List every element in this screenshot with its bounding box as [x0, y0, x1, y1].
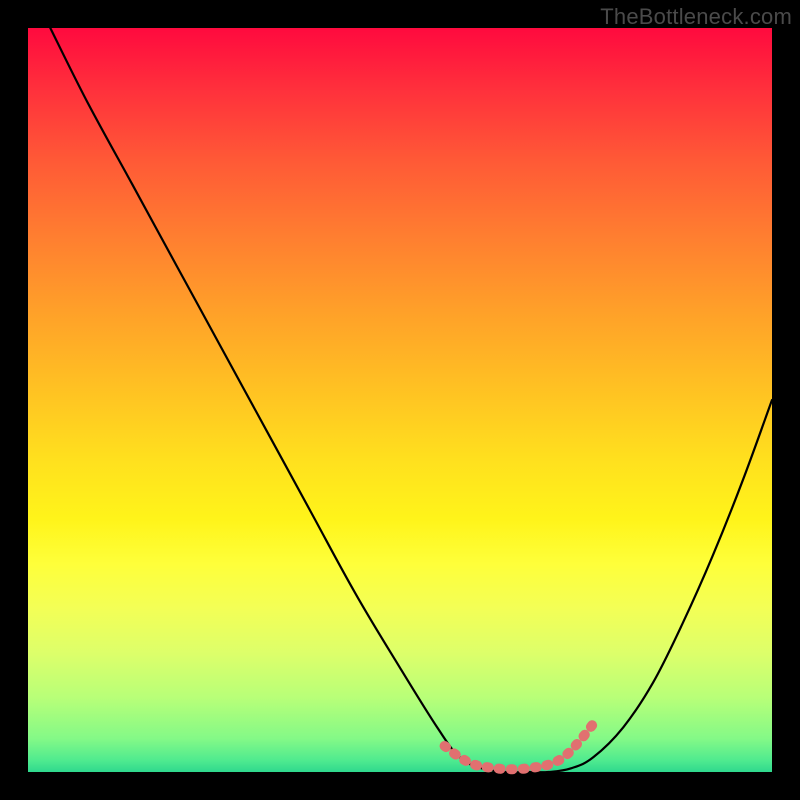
curve-svg [28, 28, 772, 772]
bottleneck-curve [50, 28, 772, 772]
chart-frame: TheBottleneck.com [0, 0, 800, 800]
watermark-text: TheBottleneck.com [600, 4, 792, 30]
plot-area [28, 28, 772, 772]
flat-highlight [445, 724, 594, 770]
